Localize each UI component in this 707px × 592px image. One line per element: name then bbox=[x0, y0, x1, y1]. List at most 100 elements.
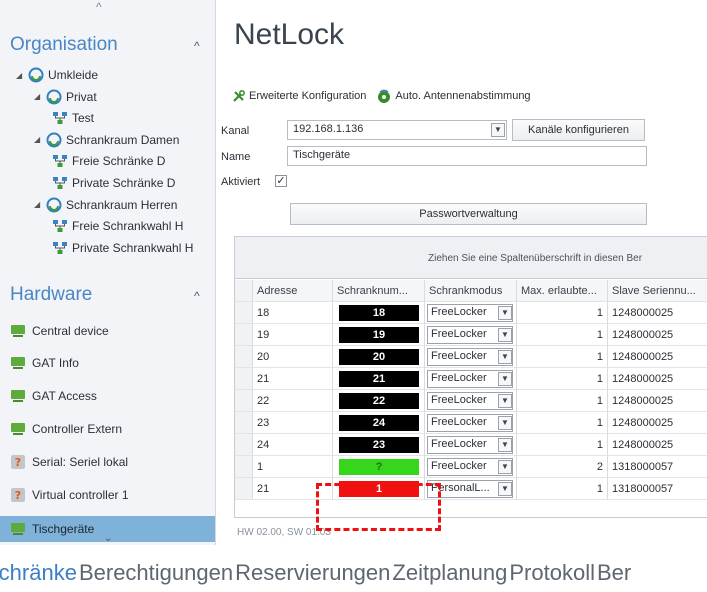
row-selector[interactable] bbox=[235, 434, 253, 456]
cell-adresse[interactable]: 22 bbox=[253, 390, 333, 412]
schrankmodus-dropdown-icon[interactable]: ▼ bbox=[498, 372, 512, 386]
tree-item[interactable]: ◢ Schrankraum Damen bbox=[34, 129, 179, 151]
cell-slave-seriennummer[interactable]: 1248000025 bbox=[608, 390, 707, 412]
schrankmodus-dropdown-icon[interactable]: ▼ bbox=[498, 460, 512, 474]
advanced-config-button[interactable]: Erweiterte Konfiguration bbox=[232, 89, 366, 103]
scroll-down-chevron-icon[interactable]: ⌄ bbox=[104, 533, 112, 544]
column-header[interactable]: Adresse bbox=[253, 280, 333, 302]
schrankmodus-dropdown-icon[interactable]: ▼ bbox=[498, 438, 512, 452]
hardware-item[interactable]: GAT Info bbox=[10, 350, 215, 376]
kanal-dropdown-icon[interactable]: ▼ bbox=[491, 123, 505, 137]
column-header[interactable]: Schranknum... bbox=[333, 280, 425, 302]
schrankmodus-dropdown-icon[interactable]: ▼ bbox=[498, 416, 512, 430]
cell-adresse[interactable]: 19 bbox=[253, 324, 333, 346]
cell-max-erlaubte[interactable]: 1 bbox=[517, 346, 608, 368]
cell-schrankmodus[interactable]: FreeLocker ▼ bbox=[425, 324, 517, 346]
schrankmodus-dropdown-icon[interactable]: ▼ bbox=[498, 394, 512, 408]
cell-adresse[interactable]: 24 bbox=[253, 434, 333, 456]
tree-item[interactable]: Test bbox=[52, 107, 94, 129]
aktiviert-checkbox[interactable]: ✓ bbox=[275, 175, 287, 187]
name-input[interactable]: Tischgeräte bbox=[287, 146, 647, 166]
cell-max-erlaubte[interactable]: 1 bbox=[517, 368, 608, 390]
cell-schrankmodus[interactable]: FreeLocker ▼ bbox=[425, 346, 517, 368]
column-header[interactable]: Max. erlaubte... bbox=[517, 280, 608, 302]
expand-triangle-icon[interactable]: ◢ bbox=[34, 92, 46, 101]
cell-slave-seriennummer[interactable]: 1248000025 bbox=[608, 346, 707, 368]
cell-max-erlaubte[interactable]: 2 bbox=[517, 456, 608, 478]
column-header[interactable]: Slave Seriennu... bbox=[608, 280, 707, 302]
tab-1[interactable]: Berechtigungen bbox=[79, 560, 233, 586]
cell-slave-seriennummer[interactable]: 1248000025 bbox=[608, 302, 707, 324]
schrankmodus-dropdown-icon[interactable]: ▼ bbox=[498, 482, 512, 496]
expand-triangle-icon[interactable]: ◢ bbox=[34, 135, 46, 144]
tree-item[interactable]: Private Schrankwahl H bbox=[52, 237, 193, 259]
hardware-item[interactable]: ? Serial: Seriel lokal bbox=[10, 449, 215, 475]
group-by-bar[interactable]: Ziehen Sie eine Spaltenüberschrift in di… bbox=[235, 237, 707, 279]
row-selector[interactable] bbox=[235, 368, 253, 390]
password-management-button[interactable]: Passwortverwaltung bbox=[290, 203, 647, 225]
cell-slave-seriennummer[interactable]: 1248000025 bbox=[608, 412, 707, 434]
tree-item[interactable]: ◢ Privat bbox=[34, 86, 97, 108]
tab-2[interactable]: Reservierungen bbox=[235, 560, 390, 586]
cell-adresse[interactable]: 1 bbox=[253, 456, 333, 478]
cell-schranknummer[interactable]: 20 bbox=[333, 346, 425, 368]
kanal-select[interactable]: 192.168.1.136 bbox=[287, 120, 507, 140]
row-selector-header[interactable] bbox=[235, 280, 253, 302]
schrankmodus-dropdown-icon[interactable]: ▼ bbox=[498, 350, 512, 364]
cell-adresse[interactable]: 23 bbox=[253, 412, 333, 434]
cell-schranknummer[interactable]: 19 bbox=[333, 324, 425, 346]
tree-item[interactable]: Private Schränke D bbox=[52, 172, 175, 194]
collapse-organisation-caret-icon[interactable]: ^ bbox=[194, 39, 200, 53]
cell-adresse[interactable]: 18 bbox=[253, 302, 333, 324]
hardware-item[interactable]: ? Virtual controller 1 bbox=[10, 482, 215, 508]
hardware-section-title[interactable]: Hardware bbox=[10, 284, 92, 306]
cell-schranknummer[interactable]: 18 bbox=[333, 302, 425, 324]
schrankmodus-dropdown-icon[interactable]: ▼ bbox=[498, 328, 512, 342]
cell-adresse[interactable]: 21 bbox=[253, 368, 333, 390]
tab-5[interactable]: Ber bbox=[597, 560, 631, 586]
channels-configure-button[interactable]: Kanäle konfigurieren bbox=[512, 119, 645, 141]
hardware-item[interactable]: Controller Extern bbox=[10, 416, 215, 442]
cell-slave-seriennummer[interactable]: 1248000025 bbox=[608, 434, 707, 456]
cell-schranknummer[interactable]: 22 bbox=[333, 390, 425, 412]
row-selector[interactable] bbox=[235, 456, 253, 478]
cell-max-erlaubte[interactable]: 1 bbox=[517, 324, 608, 346]
cell-adresse[interactable]: 20 bbox=[253, 346, 333, 368]
tab-0[interactable]: Schränke bbox=[0, 560, 77, 586]
tree-item[interactable]: ◢ Umkleide bbox=[16, 64, 98, 86]
cell-slave-seriennummer[interactable]: 1318000057 bbox=[608, 478, 707, 500]
cell-max-erlaubte[interactable]: 1 bbox=[517, 434, 608, 456]
row-selector[interactable] bbox=[235, 478, 253, 500]
tree-item[interactable]: Freie Schränke D bbox=[52, 150, 165, 172]
cell-max-erlaubte[interactable]: 1 bbox=[517, 412, 608, 434]
collapse-hardware-caret-icon[interactable]: ^ bbox=[194, 289, 200, 303]
cell-schrankmodus[interactable]: FreeLocker ▼ bbox=[425, 368, 517, 390]
cell-schrankmodus[interactable]: FreeLocker ▼ bbox=[425, 412, 517, 434]
row-selector[interactable] bbox=[235, 346, 253, 368]
cell-slave-seriennummer[interactable]: 1248000025 bbox=[608, 368, 707, 390]
cell-schrankmodus[interactable]: FreeLocker ▼ bbox=[425, 456, 517, 478]
cell-slave-seriennummer[interactable]: 1248000025 bbox=[608, 324, 707, 346]
cell-schranknummer[interactable]: 21 bbox=[333, 368, 425, 390]
expand-triangle-icon[interactable]: ◢ bbox=[16, 71, 28, 80]
organisation-section-title[interactable]: Organisation bbox=[10, 34, 118, 56]
tree-item[interactable]: Freie Schrankwahl H bbox=[52, 215, 183, 237]
row-selector[interactable] bbox=[235, 302, 253, 324]
cell-max-erlaubte[interactable]: 1 bbox=[517, 390, 608, 412]
cell-schrankmodus[interactable]: FreeLocker ▼ bbox=[425, 434, 517, 456]
auto-antenna-button[interactable]: Auto. Antennenabstimmung bbox=[376, 88, 531, 104]
cell-schrankmodus[interactable]: FreeLocker ▼ bbox=[425, 390, 517, 412]
row-selector[interactable] bbox=[235, 390, 253, 412]
cell-schrankmodus[interactable]: FreeLocker ▼ bbox=[425, 302, 517, 324]
expand-triangle-icon[interactable]: ◢ bbox=[34, 200, 46, 209]
row-selector[interactable] bbox=[235, 412, 253, 434]
cell-schranknummer[interactable]: ? bbox=[333, 456, 425, 478]
cell-slave-seriennummer[interactable]: 1318000057 bbox=[608, 456, 707, 478]
cell-max-erlaubte[interactable]: 1 bbox=[517, 302, 608, 324]
column-header[interactable]: Schrankmodus bbox=[425, 280, 517, 302]
scroll-up-chevron-icon[interactable]: ^ bbox=[96, 0, 102, 14]
row-selector[interactable] bbox=[235, 324, 253, 346]
tab-4[interactable]: Protokoll bbox=[509, 560, 595, 586]
tree-item[interactable]: ◢ Schrankraum Herren bbox=[34, 194, 177, 216]
hardware-item[interactable]: Central device bbox=[10, 318, 215, 344]
